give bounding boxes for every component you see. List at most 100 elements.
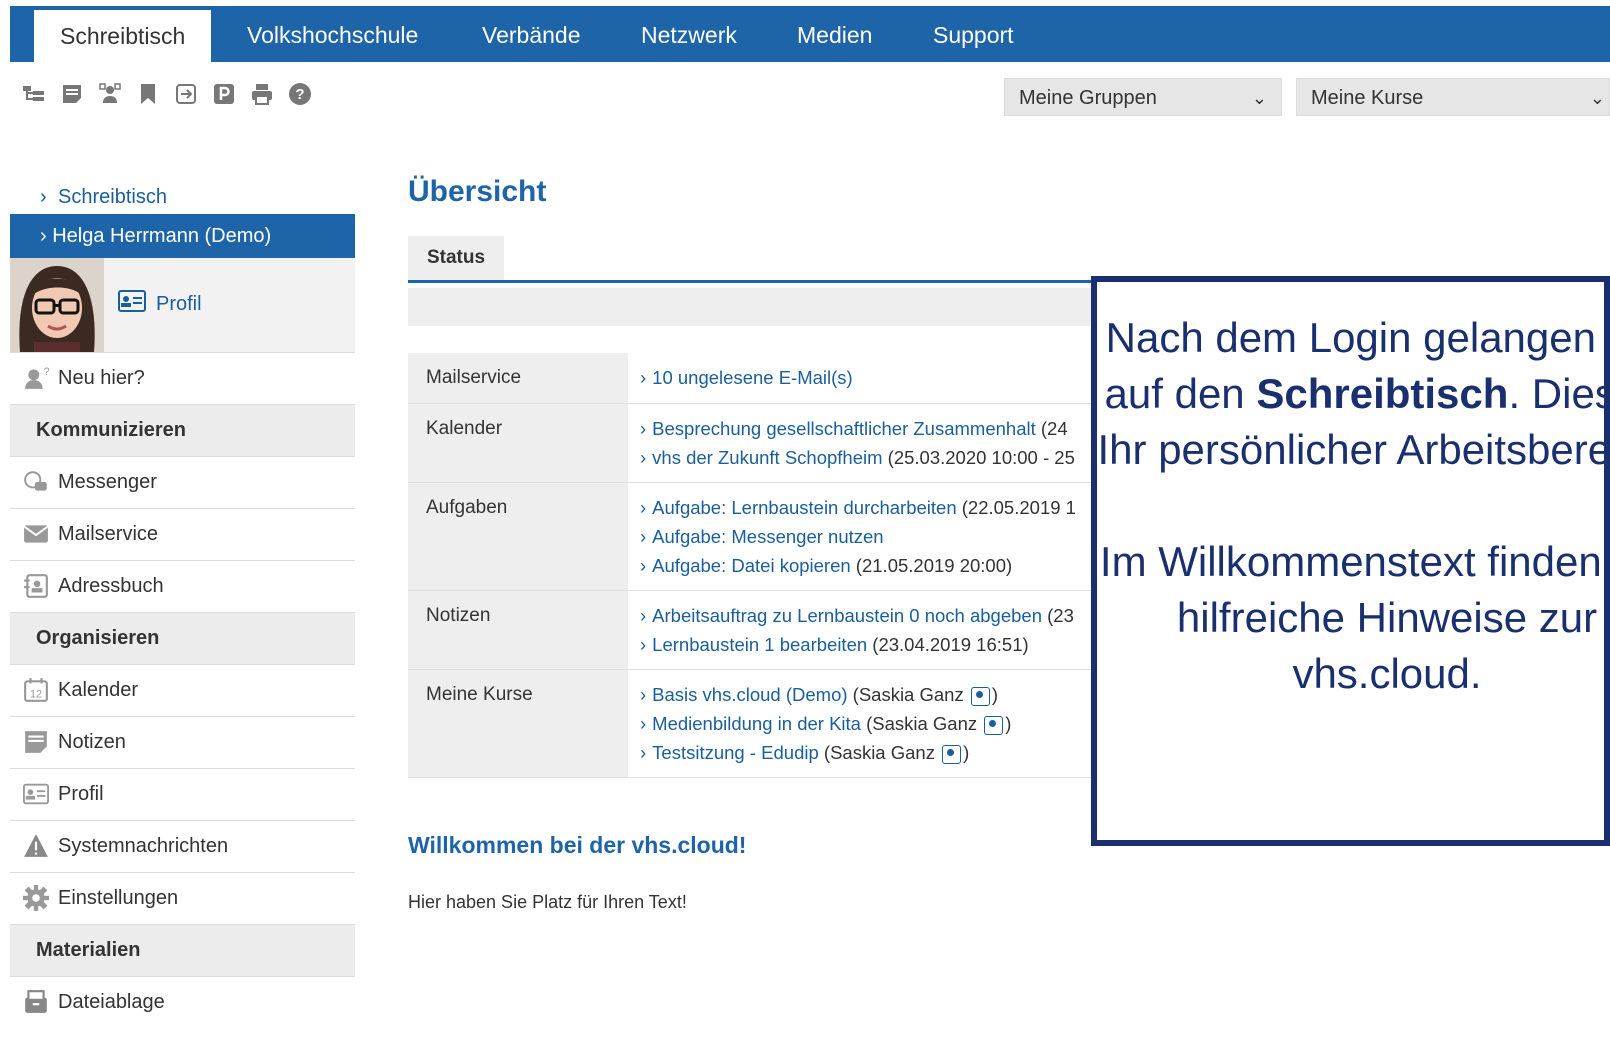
- chevron-down-icon: ⌄: [1589, 88, 1605, 108]
- tab-medien[interactable]: Medien: [771, 6, 898, 62]
- mail-icon: [22, 520, 50, 548]
- sidebar-item-label: Messenger: [58, 471, 157, 493]
- welcome-text: Hier haben Sie Platz für Ihren Text!: [408, 892, 687, 912]
- page-title: Übersicht: [408, 175, 547, 208]
- sidebar-item-dateiablage[interactable]: Dateiablage: [10, 977, 355, 1028]
- sidebar-item-label: Profil: [58, 783, 104, 805]
- svg-text:?: ?: [44, 366, 49, 378]
- table-row: Notizen › Arbeitsauftrag zu Lernbaustein …: [408, 591, 1108, 670]
- row-label: Kalender: [408, 404, 628, 482]
- tab-verbaende[interactable]: Verbände: [456, 6, 606, 62]
- bookmark-icon[interactable]: [134, 80, 162, 108]
- print-icon[interactable]: [248, 80, 276, 108]
- profile-link[interactable]: Profil: [118, 290, 202, 318]
- groups-select[interactable]: Meine Gruppen ⌄: [1004, 78, 1282, 116]
- sidebar-item-systemnachrichten[interactable]: Systemnachrichten: [10, 821, 355, 873]
- section-heading-materialien: Materialien: [10, 925, 355, 977]
- file-cabinet-icon: [22, 988, 50, 1016]
- calendar-link[interactable]: Besprechung gesellschaftlicher Zusammenh…: [652, 418, 1036, 439]
- status-bar: [408, 288, 1108, 326]
- sidebar-item-neu-hier[interactable]: ? Neu hier?: [10, 353, 355, 405]
- person-icon[interactable]: [942, 744, 962, 764]
- item-detail: (23.04.2019 16:51): [867, 634, 1029, 655]
- sidebar-item-label: Mailservice: [58, 523, 159, 545]
- sidebar-crumb-label: Schreibtisch: [58, 186, 167, 208]
- users-icon[interactable]: [96, 80, 124, 108]
- help-person-icon: ?: [22, 364, 50, 392]
- item-detail: (Saskia Ganz: [847, 684, 969, 705]
- sidebar: › Schreibtisch › Helga Herrmann (Demo) Pr…: [10, 180, 355, 1028]
- sidebar-item-einstellungen[interactable]: Einstellungen: [10, 873, 355, 925]
- list-item[interactable]: › Besprechung gesellschaftlicher Zusammen…: [640, 414, 1096, 443]
- list-item[interactable]: › Aufgabe: Lernbaustein durcharbeiten (22…: [640, 493, 1096, 522]
- top-navigation: Schreibtisch Volkshochschule Verbände Ne…: [10, 6, 1610, 62]
- sidebar-item-kalender[interactable]: 12 Kalender: [10, 665, 355, 717]
- mail-link[interactable]: 10 ungelesene E-Mail(s): [652, 367, 853, 388]
- item-detail: (22.05.2019 1: [956, 497, 1076, 518]
- avatar: [10, 258, 104, 352]
- item-detail: (25.03.2020 10:00 - 25: [882, 447, 1075, 468]
- export-icon[interactable]: [172, 80, 200, 108]
- list-item[interactable]: › Arbeitsauftrag zu Lernbaustein 0 noch a…: [640, 601, 1096, 630]
- tab-support[interactable]: Support: [907, 6, 1040, 62]
- list-item[interactable]: › Lernbaustein 1 bearbeiten (23.04.2019 1…: [640, 630, 1096, 659]
- calendar-link[interactable]: vhs der Zukunft Schopfheim: [652, 447, 882, 468]
- callout-paragraph-1: Nach dem Login gelangen Sie auf den Schr…: [1097, 314, 1610, 473]
- section-heading-organisieren: Organisieren: [10, 613, 355, 665]
- sidebar-item-mailservice[interactable]: Mailservice: [10, 509, 355, 561]
- list-item[interactable]: › Medienbildung in der Kita (Saskia Ganz …: [640, 709, 1096, 738]
- courses-select-value: Meine Kurse: [1311, 87, 1424, 109]
- sidebar-item-messenger[interactable]: Messenger: [10, 457, 355, 509]
- sidebar-item-label: Notizen: [58, 731, 126, 753]
- sidebar-crumb-schreibtisch[interactable]: › Schreibtisch: [10, 180, 355, 214]
- warning-icon: [22, 832, 50, 860]
- sidebar-item-label: Neu hier?: [58, 367, 145, 389]
- chevron-down-icon: ⌄: [1251, 88, 1267, 108]
- sidebar-profile-card: Profil: [10, 258, 355, 353]
- item-detail: (21.05.2019 20:00): [850, 555, 1013, 576]
- note-link[interactable]: Lernbaustein 1 bearbeiten: [652, 634, 867, 655]
- note-icon: [22, 728, 50, 756]
- course-link[interactable]: Testsitzung - Edudip: [652, 742, 819, 763]
- task-link[interactable]: Aufgabe: Lernbaustein durcharbeiten: [652, 497, 956, 518]
- tab-volkshochschule[interactable]: Volkshochschule: [221, 6, 444, 62]
- list-item[interactable]: › Basis vhs.cloud (Demo) (Saskia Ganz ): [640, 680, 1096, 709]
- table-row: Kalender › Besprechung gesellschaftlicher…: [408, 404, 1108, 483]
- tab-netzwerk[interactable]: Netzwerk: [615, 6, 763, 62]
- profile-link-label: Profil: [156, 292, 202, 315]
- sidebar-item-notizen[interactable]: Notizen: [10, 717, 355, 769]
- sidebar-item-adressbuch[interactable]: Adressbuch: [10, 561, 355, 613]
- help-icon[interactable]: ?: [286, 80, 314, 108]
- overview-table: Mailservice › 10 ungelesene E-Mail(s) Kal…: [408, 353, 1108, 778]
- courses-select[interactable]: Meine Kurse ⌄: [1296, 78, 1610, 116]
- address-book-icon: [22, 572, 50, 600]
- person-icon[interactable]: [970, 686, 990, 706]
- tutorial-callout: Nach dem Login gelangen Sie auf den Schr…: [1091, 276, 1610, 846]
- task-link[interactable]: Aufgabe: Datei kopieren: [652, 555, 851, 576]
- tab-schreibtisch[interactable]: Schreibtisch: [34, 10, 212, 62]
- tab-status[interactable]: Status: [408, 236, 504, 280]
- sidebar-item-label: Systemnachrichten: [58, 835, 229, 857]
- row-label: Notizen: [408, 591, 628, 669]
- course-link[interactable]: Medienbildung in der Kita: [652, 713, 861, 734]
- sidebar-item-profil[interactable]: Profil: [10, 769, 355, 821]
- structure-icon[interactable]: [20, 80, 48, 108]
- notes-icon[interactable]: [58, 80, 86, 108]
- sidebar-user[interactable]: › Helga Herrmann (Demo): [10, 214, 355, 258]
- task-link[interactable]: Aufgabe: Messenger nutzen: [652, 526, 883, 547]
- list-item[interactable]: › Aufgabe: Datei kopieren (21.05.2019 20:…: [640, 551, 1096, 580]
- sidebar-item-label: Kalender: [58, 679, 139, 701]
- tab-underline: [408, 280, 1108, 283]
- list-item[interactable]: › 10 ungelesene E-Mail(s): [640, 363, 1096, 392]
- parking-icon[interactable]: [210, 80, 238, 108]
- person-icon[interactable]: [984, 715, 1004, 735]
- row-label: Aufgaben: [408, 483, 628, 590]
- list-item[interactable]: › Testsitzung - Edudip (Saskia Ganz ): [640, 738, 1096, 767]
- gear-icon: [22, 884, 50, 912]
- calendar-icon: 12: [22, 676, 50, 704]
- note-link[interactable]: Arbeitsauftrag zu Lernbaustein 0 noch ab…: [652, 605, 1042, 626]
- list-item[interactable]: › vhs der Zukunft Schopfheim (25.03.2020 …: [640, 443, 1096, 472]
- sidebar-item-label: Adressbuch: [58, 575, 164, 597]
- course-link[interactable]: Basis vhs.cloud (Demo): [652, 684, 847, 705]
- list-item[interactable]: › Aufgabe: Messenger nutzen: [640, 522, 1096, 551]
